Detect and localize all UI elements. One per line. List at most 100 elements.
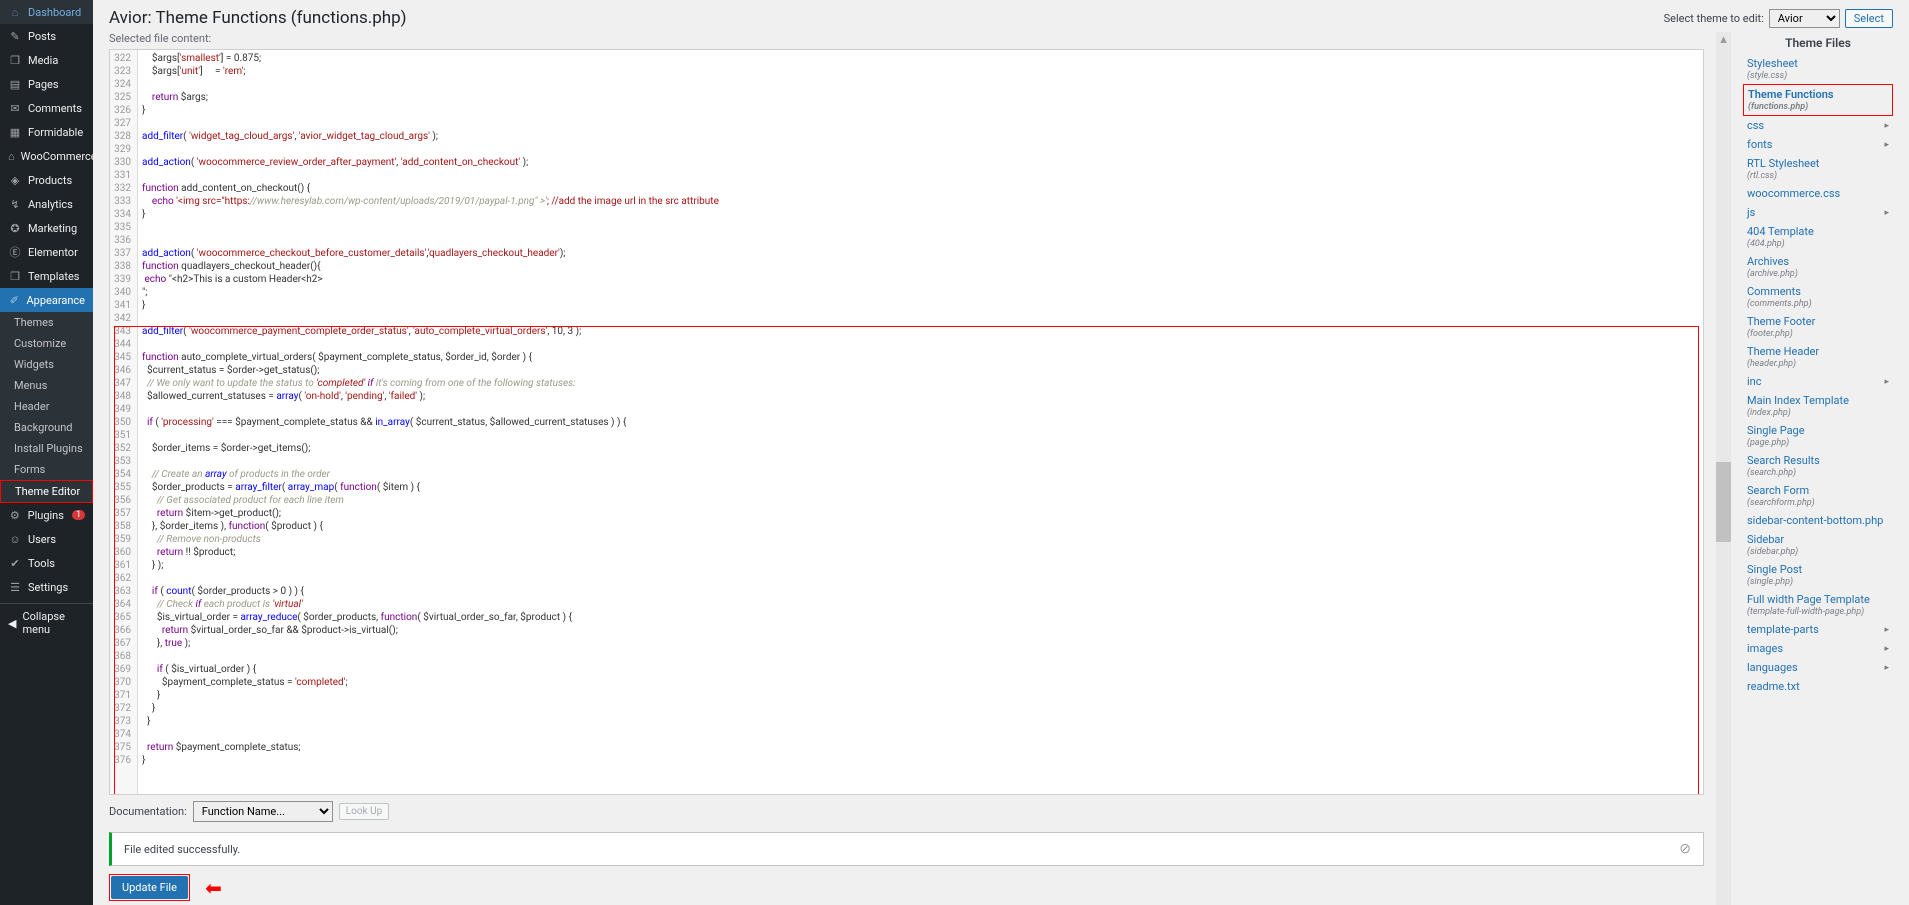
theme-file-item[interactable]: js▸ bbox=[1743, 203, 1893, 222]
theme-file-item[interactable]: images▸ bbox=[1743, 639, 1893, 658]
code-editor[interactable]: 322 323 324 325 326 327 328 329 330 331 … bbox=[109, 49, 1704, 795]
dismiss-notice-icon[interactable]: ⊘ bbox=[1679, 841, 1691, 857]
pages-icon: ▤ bbox=[8, 77, 22, 91]
tools-icon: ✔ bbox=[8, 556, 22, 570]
media-icon: ❐ bbox=[8, 53, 22, 67]
theme-file-item[interactable]: RTL Stylesheet(rtl.css) bbox=[1743, 154, 1893, 184]
theme-file-item[interactable]: Theme Footer(footer.php) bbox=[1743, 312, 1893, 342]
pin-icon: ✎ bbox=[8, 29, 22, 43]
theme-file-item[interactable]: languages▸ bbox=[1743, 658, 1893, 677]
sidebar-item-media[interactable]: ❐Media bbox=[0, 48, 93, 72]
code-lines[interactable]: $args['smallest'] = 0.875; $args['unit']… bbox=[138, 50, 1703, 794]
update-file-button[interactable]: Update File bbox=[111, 876, 188, 899]
folder-arrow-icon: ▸ bbox=[1884, 625, 1889, 635]
settings-icon: ☰ bbox=[8, 580, 22, 594]
theme-file-item[interactable]: Single Page(page.php) bbox=[1743, 421, 1893, 451]
page-title: Avior: Theme Functions (functions.php) bbox=[109, 8, 407, 28]
theme-file-item[interactable]: sidebar-content-bottom.php bbox=[1743, 511, 1893, 530]
theme-file-item[interactable]: Comments(comments.php) bbox=[1743, 282, 1893, 312]
sidebar-item-analytics[interactable]: ↯Analytics bbox=[0, 192, 93, 216]
line-gutter: 322 323 324 325 326 327 328 329 330 331 … bbox=[110, 50, 138, 794]
submenu-menus[interactable]: Menus bbox=[0, 375, 93, 396]
formidable-icon: ▦ bbox=[8, 125, 22, 139]
comments-icon: ✉ bbox=[8, 101, 22, 115]
theme-file-item[interactable]: woocommerce.css bbox=[1743, 184, 1893, 203]
sidebar-item-users[interactable]: ☺Users bbox=[0, 527, 93, 551]
theme-file-item[interactable]: Search Results(search.php) bbox=[1743, 451, 1893, 481]
marketing-icon: ✪ bbox=[8, 221, 22, 235]
collapse-menu[interactable]: ◀Collapse menu bbox=[0, 603, 93, 642]
admin-sidebar: ⌂Dashboard ✎Posts ❐Media ▤Pages ✉Comment… bbox=[0, 0, 93, 905]
theme-file-item[interactable]: 404 Template(404.php) bbox=[1743, 222, 1893, 252]
submenu-forms[interactable]: Forms bbox=[0, 459, 93, 480]
users-icon: ☺ bbox=[8, 532, 22, 546]
elementor-icon: Ⓔ bbox=[8, 245, 22, 259]
theme-file-item[interactable]: Theme Functions(functions.php) bbox=[1743, 84, 1893, 116]
theme-file-item[interactable]: Main Index Template(index.php) bbox=[1743, 391, 1893, 421]
scrollbar-thumb[interactable] bbox=[1716, 462, 1731, 542]
sidebar-item-appearance[interactable]: ✐Appearance bbox=[0, 288, 93, 312]
select-theme-label: Select theme to edit: bbox=[1664, 12, 1764, 25]
theme-file-item[interactable]: Sidebar(sidebar.php) bbox=[1743, 530, 1893, 560]
editor-scrollbar[interactable]: ▴ bbox=[1716, 32, 1731, 905]
folder-arrow-icon: ▸ bbox=[1884, 121, 1889, 131]
folder-arrow-icon: ▸ bbox=[1884, 377, 1889, 387]
theme-file-item[interactable]: Stylesheet(style.css) bbox=[1743, 54, 1893, 84]
plugins-badge: 1 bbox=[72, 510, 85, 520]
theme-file-item[interactable]: template-parts▸ bbox=[1743, 620, 1893, 639]
sidebar-item-marketing[interactable]: ✪Marketing bbox=[0, 216, 93, 240]
main-content: Avior: Theme Functions (functions.php) S… bbox=[93, 0, 1909, 905]
theme-file-item[interactable]: Theme Header(header.php) bbox=[1743, 342, 1893, 372]
folder-arrow-icon: ▸ bbox=[1884, 644, 1889, 654]
theme-file-item[interactable]: readme.txt bbox=[1743, 677, 1893, 696]
sidebar-item-dashboard[interactable]: ⌂Dashboard bbox=[0, 0, 93, 24]
sidebar-item-products[interactable]: ◈Products bbox=[0, 168, 93, 192]
sidebar-item-formidable[interactable]: ▦Formidable bbox=[0, 120, 93, 144]
products-icon: ◈ bbox=[8, 173, 22, 187]
sidebar-item-elementor[interactable]: ⒺElementor bbox=[0, 240, 93, 264]
submenu-theme-editor[interactable]: Theme Editor bbox=[0, 480, 93, 503]
theme-file-item[interactable]: fonts▸ bbox=[1743, 135, 1893, 154]
scroll-up-icon[interactable]: ▴ bbox=[1716, 32, 1731, 47]
theme-files-panel: Theme Files Stylesheet(style.css)Theme F… bbox=[1743, 32, 1893, 905]
arrow-annotation-icon: ⬅ bbox=[205, 876, 222, 900]
sidebar-item-settings[interactable]: ☰Settings bbox=[0, 575, 93, 599]
analytics-icon: ↯ bbox=[8, 197, 22, 211]
submenu-themes[interactable]: Themes bbox=[0, 312, 93, 333]
sidebar-item-pages[interactable]: ▤Pages bbox=[0, 72, 93, 96]
theme-file-item[interactable]: Search Form(searchform.php) bbox=[1743, 481, 1893, 511]
templates-icon: ❒ bbox=[8, 269, 22, 283]
function-name-select[interactable]: Function Name... bbox=[193, 801, 333, 822]
sidebar-item-comments[interactable]: ✉Comments bbox=[0, 96, 93, 120]
theme-file-item[interactable]: Full width Page Template(template-full-w… bbox=[1743, 590, 1893, 620]
folder-arrow-icon: ▸ bbox=[1884, 140, 1889, 150]
theme-file-item[interactable]: css▸ bbox=[1743, 116, 1893, 135]
select-button[interactable]: Select bbox=[1845, 9, 1893, 28]
sidebar-item-posts[interactable]: ✎Posts bbox=[0, 24, 93, 48]
submenu-background[interactable]: Background bbox=[0, 417, 93, 438]
submenu-widgets[interactable]: Widgets bbox=[0, 354, 93, 375]
submenu-customize[interactable]: Customize bbox=[0, 333, 93, 354]
sidebar-item-templates[interactable]: ❒Templates bbox=[0, 264, 93, 288]
documentation-label: Documentation: bbox=[109, 805, 187, 818]
sidebar-item-tools[interactable]: ✔Tools bbox=[0, 551, 93, 575]
dashboard-icon: ⌂ bbox=[8, 5, 22, 19]
lookup-button[interactable]: Look Up bbox=[339, 803, 389, 820]
theme-file-item[interactable]: Single Post(single.php) bbox=[1743, 560, 1893, 590]
selected-file-label: Selected file content: bbox=[109, 32, 1704, 45]
submenu-install-plugins[interactable]: Install Plugins bbox=[0, 438, 93, 459]
theme-file-item[interactable]: inc▸ bbox=[1743, 372, 1893, 391]
sidebar-item-plugins[interactable]: ⚙Plugins1 bbox=[0, 503, 93, 527]
submenu-header[interactable]: Header bbox=[0, 396, 93, 417]
woocommerce-icon: ⌂ bbox=[8, 149, 15, 163]
theme-select[interactable]: Avior bbox=[1769, 9, 1840, 28]
theme-file-item[interactable]: Archives(archive.php) bbox=[1743, 252, 1893, 282]
appearance-submenu: Themes Customize Widgets Menus Header Ba… bbox=[0, 312, 93, 503]
folder-arrow-icon: ▸ bbox=[1884, 208, 1889, 218]
plugins-icon: ⚙ bbox=[8, 508, 22, 522]
folder-arrow-icon: ▸ bbox=[1884, 663, 1889, 673]
collapse-icon: ◀ bbox=[8, 617, 16, 630]
update-file-highlight: Update File bbox=[109, 874, 190, 901]
sidebar-item-woocommerce[interactable]: ⌂WooCommerce bbox=[0, 144, 93, 168]
theme-files-title: Theme Files bbox=[1743, 32, 1893, 54]
